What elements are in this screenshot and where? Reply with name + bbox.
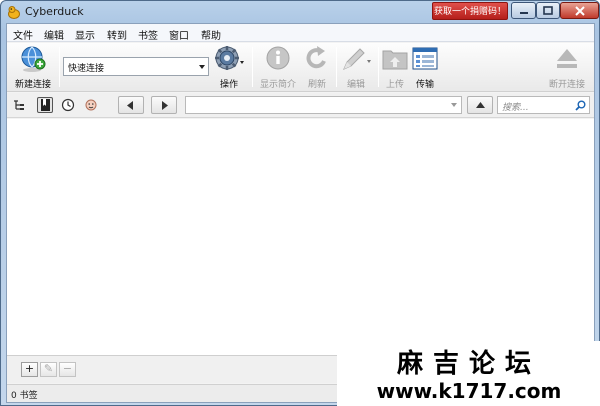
parent-directory-button[interactable]	[467, 96, 493, 114]
info-icon	[266, 46, 290, 70]
outline-view-button[interactable]	[11, 97, 27, 113]
info-label: 显示简介	[259, 80, 296, 90]
action-button[interactable]: 操作	[212, 45, 246, 90]
search-input[interactable]: 搜索...	[497, 96, 590, 114]
clock-icon	[61, 98, 75, 112]
history-button[interactable]	[60, 97, 76, 113]
menu-bookmarks[interactable]: 书签	[138, 27, 158, 42]
menu-edit[interactable]: 编辑	[44, 27, 64, 42]
upload-folder-icon	[382, 50, 408, 70]
menu-bar: 文件 编辑 显示 转到 书签 窗口 帮助	[7, 24, 594, 42]
bookmarks-view-button[interactable]	[37, 97, 53, 113]
globe-add-icon	[21, 46, 46, 72]
search-icon	[575, 100, 586, 111]
donation-key-button[interactable]: 获取一个捐赠码！	[432, 2, 508, 20]
back-button[interactable]	[118, 96, 144, 114]
menu-go[interactable]: 转到	[107, 27, 127, 42]
quick-connect-combobox[interactable]: 快速连接	[63, 57, 209, 76]
pencil-icon	[343, 48, 371, 70]
menu-file[interactable]: 文件	[13, 27, 33, 42]
arrow-left-icon	[127, 101, 133, 110]
menu-view[interactable]: 显示	[75, 27, 95, 42]
minimize-icon	[519, 12, 528, 14]
transfers-button[interactable]: 传输	[411, 45, 439, 90]
disconnect-button[interactable]: 断开连接	[545, 45, 589, 90]
app-window: Cyberduck 获取一个捐赠码！ 文件 编辑 显示 转到 书签 窗口 帮助	[0, 0, 600, 406]
bookmark-book-icon	[41, 99, 50, 111]
new-connection-button[interactable]: 新建连接	[10, 45, 56, 90]
bonjour-button[interactable]	[83, 97, 99, 113]
refresh-button[interactable]: 刷新	[303, 45, 331, 90]
arrow-right-icon	[162, 101, 168, 110]
toolbar-separator	[252, 47, 253, 87]
cyberduck-logo-icon	[8, 6, 20, 19]
watermark-url: www.k1717.com	[376, 379, 562, 403]
path-selector[interactable]	[185, 96, 462, 114]
refresh-label: 刷新	[307, 80, 326, 90]
edit-bookmark-button[interactable]: ✎	[40, 362, 57, 377]
disconnect-label: 断开连接	[548, 80, 585, 90]
upload-label: 上传	[385, 80, 404, 90]
menu-window[interactable]: 窗口	[169, 27, 189, 42]
arrow-up-icon	[475, 102, 485, 108]
title-bar[interactable]: Cyberduck 获取一个捐赠码！	[1, 1, 599, 23]
add-bookmark-button[interactable]: +	[21, 362, 38, 377]
maximize-button[interactable]	[536, 2, 560, 19]
window-title: Cyberduck	[25, 5, 84, 18]
toolbar-separator	[378, 47, 379, 87]
toolbar-separator	[336, 47, 337, 87]
new-connection-label: 新建连接	[14, 80, 51, 90]
forward-button[interactable]	[151, 96, 177, 114]
gear-icon	[215, 46, 244, 70]
close-button[interactable]	[560, 2, 599, 19]
upload-button[interactable]: 上传	[381, 45, 409, 90]
dropdown-arrow-icon	[451, 103, 457, 107]
site-watermark: 麻吉论坛 www.k1717.com	[337, 341, 600, 406]
outline-tree-icon	[14, 100, 24, 110]
bonjour-icon	[85, 99, 97, 111]
refresh-icon	[306, 46, 326, 69]
menu-help[interactable]: 帮助	[201, 27, 221, 42]
search-placeholder: 搜索...	[502, 103, 529, 113]
edit-button[interactable]: 编辑	[339, 45, 373, 90]
minimize-button[interactable]	[511, 2, 536, 19]
dropdown-arrow-icon	[199, 65, 205, 69]
toolbar-separator	[59, 47, 60, 87]
transfers-label: 传输	[415, 80, 434, 90]
quick-connect-value: 快速连接	[68, 64, 105, 74]
eject-icon	[557, 49, 577, 68]
navigation-bar: 搜索...	[7, 93, 594, 118]
bookmark-count: 0 书签	[11, 391, 38, 401]
maximize-icon	[543, 6, 553, 15]
edit-label: 编辑	[346, 80, 365, 90]
transfers-window-icon	[412, 47, 438, 70]
main-toolbar: 新建连接 快速连接 操作 显示简介 刷新 编辑 上传 传输 断开连接	[7, 43, 594, 92]
watermark-title: 麻吉论坛	[396, 349, 541, 379]
action-label: 操作	[219, 80, 238, 90]
info-button[interactable]: 显示简介	[257, 45, 299, 90]
close-icon	[574, 6, 585, 16]
delete-bookmark-button[interactable]: −	[59, 362, 76, 377]
bookmark-list[interactable]	[7, 119, 594, 355]
